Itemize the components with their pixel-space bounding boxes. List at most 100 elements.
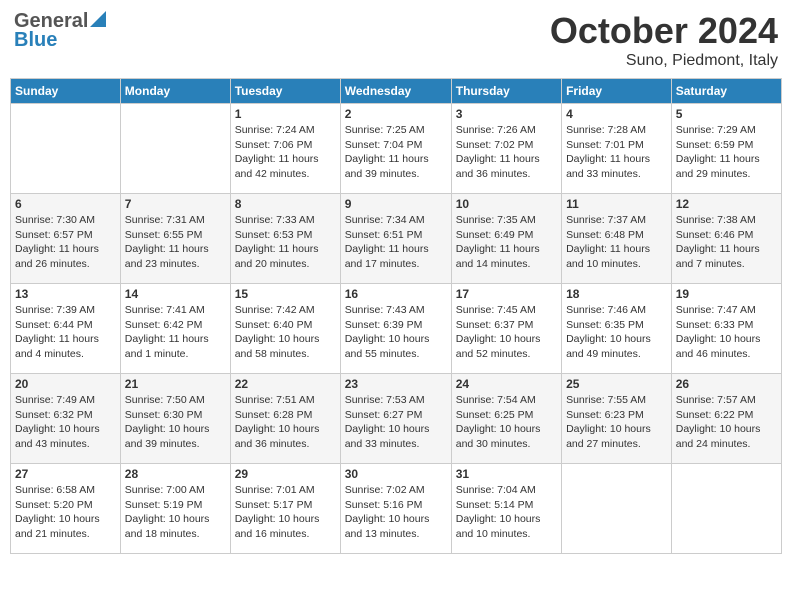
calendar-cell: 10 Sunrise: 7:35 AMSunset: 6:49 PMDayligh… — [451, 194, 561, 284]
day-number: 15 — [235, 287, 336, 301]
day-number: 22 — [235, 377, 336, 391]
calendar-cell: 27 Sunrise: 6:58 AMSunset: 5:20 PMDayligh… — [11, 464, 121, 554]
calendar-week-row: 13 Sunrise: 7:39 AMSunset: 6:44 PMDayligh… — [11, 284, 782, 374]
day-info: Sunrise: 7:30 AMSunset: 6:57 PMDaylight:… — [15, 213, 116, 272]
calendar-cell: 2 Sunrise: 7:25 AMSunset: 7:04 PMDaylight… — [340, 104, 451, 194]
calendar-week-row: 6Sunrise: 7:30 AMSunset: 6:57 PMDaylight… — [11, 194, 782, 284]
day-info: Sunrise: 7:35 AMSunset: 6:49 PMDaylight:… — [456, 213, 557, 272]
day-info: Sunrise: 7:00 AMSunset: 5:19 PMDaylight:… — [125, 483, 226, 542]
day-info: Sunrise: 7:55 AMSunset: 6:23 PMDaylight:… — [566, 393, 667, 452]
calendar-cell: 6Sunrise: 7:30 AMSunset: 6:57 PMDaylight… — [11, 194, 121, 284]
calendar-cell: 17 Sunrise: 7:45 AMSunset: 6:37 PMDayligh… — [451, 284, 561, 374]
weekday-header-thursday: Thursday — [451, 79, 561, 104]
day-number: 12 — [676, 197, 777, 211]
weekday-header-tuesday: Tuesday — [230, 79, 340, 104]
calendar-cell: 24 Sunrise: 7:54 AMSunset: 6:25 PMDayligh… — [451, 374, 561, 464]
calendar-cell: 31 Sunrise: 7:04 AMSunset: 5:14 PMDayligh… — [451, 464, 561, 554]
day-number: 9 — [345, 197, 447, 211]
day-info: Sunrise: 7:53 AMSunset: 6:27 PMDaylight:… — [345, 393, 447, 452]
calendar-title: October 2024 — [550, 10, 778, 52]
calendar-cell: 9 Sunrise: 7:34 AMSunset: 6:51 PMDaylight… — [340, 194, 451, 284]
day-info: Sunrise: 7:51 AMSunset: 6:28 PMDaylight:… — [235, 393, 336, 452]
day-info: Sunrise: 7:31 AMSunset: 6:55 PMDaylight:… — [125, 213, 226, 272]
calendar-cell — [671, 464, 781, 554]
calendar-cell: 12Sunrise: 7:38 AMSunset: 6:46 PMDayligh… — [671, 194, 781, 284]
calendar-cell: 19 Sunrise: 7:47 AMSunset: 6:33 PMDayligh… — [671, 284, 781, 374]
calendar-cell: 20 Sunrise: 7:49 AMSunset: 6:32 PMDayligh… — [11, 374, 121, 464]
day-number: 31 — [456, 467, 557, 481]
day-number: 24 — [456, 377, 557, 391]
day-number: 17 — [456, 287, 557, 301]
day-info: Sunrise: 7:45 AMSunset: 6:37 PMDaylight:… — [456, 303, 557, 362]
calendar-cell: 15Sunrise: 7:42 AMSunset: 6:40 PMDayligh… — [230, 284, 340, 374]
day-info: Sunrise: 7:34 AMSunset: 6:51 PMDaylight:… — [345, 213, 447, 272]
calendar-cell: 5Sunrise: 7:29 AMSunset: 6:59 PMDaylight… — [671, 104, 781, 194]
logo-arrow-icon — [90, 11, 106, 32]
calendar-week-row: 1 Sunrise: 7:24 AMSunset: 7:06 PMDaylight… — [11, 104, 782, 194]
day-info: Sunrise: 7:49 AMSunset: 6:32 PMDaylight:… — [15, 393, 116, 452]
day-number: 27 — [15, 467, 116, 481]
day-info: Sunrise: 7:26 AMSunset: 7:02 PMDaylight:… — [456, 123, 557, 182]
calendar-cell: 30 Sunrise: 7:02 AMSunset: 5:16 PMDayligh… — [340, 464, 451, 554]
calendar-cell: 21 Sunrise: 7:50 AMSunset: 6:30 PMDayligh… — [120, 374, 230, 464]
calendar-cell: 3Sunrise: 7:26 AMSunset: 7:02 PMDaylight… — [451, 104, 561, 194]
day-info: Sunrise: 7:43 AMSunset: 6:39 PMDaylight:… — [345, 303, 447, 362]
logo: General Blue — [14, 10, 107, 52]
day-number: 18 — [566, 287, 667, 301]
day-number: 10 — [456, 197, 557, 211]
day-number: 28 — [125, 467, 226, 481]
day-number: 29 — [235, 467, 336, 481]
day-number: 1 — [235, 107, 336, 121]
day-info: Sunrise: 7:47 AMSunset: 6:33 PMDaylight:… — [676, 303, 777, 362]
day-info: Sunrise: 7:04 AMSunset: 5:14 PMDaylight:… — [456, 483, 557, 542]
day-number: 14 — [125, 287, 226, 301]
calendar-cell: 7 Sunrise: 7:31 AMSunset: 6:55 PMDaylight… — [120, 194, 230, 284]
calendar-cell: 1 Sunrise: 7:24 AMSunset: 7:06 PMDaylight… — [230, 104, 340, 194]
day-number: 13 — [15, 287, 116, 301]
day-number: 21 — [125, 377, 226, 391]
calendar-cell: 29 Sunrise: 7:01 AMSunset: 5:17 PMDayligh… — [230, 464, 340, 554]
calendar-cell — [562, 464, 672, 554]
day-number: 7 — [125, 197, 226, 211]
weekday-header-saturday: Saturday — [671, 79, 781, 104]
calendar-cell: 16 Sunrise: 7:43 AMSunset: 6:39 PMDayligh… — [340, 284, 451, 374]
calendar-cell: 22 Sunrise: 7:51 AMSunset: 6:28 PMDayligh… — [230, 374, 340, 464]
calendar-cell: 26Sunrise: 7:57 AMSunset: 6:22 PMDayligh… — [671, 374, 781, 464]
calendar-cell: 23Sunrise: 7:53 AMSunset: 6:27 PMDayligh… — [340, 374, 451, 464]
weekday-header-wednesday: Wednesday — [340, 79, 451, 104]
calendar-cell: 4Sunrise: 7:28 AMSunset: 7:01 PMDaylight… — [562, 104, 672, 194]
day-number: 20 — [15, 377, 116, 391]
weekday-header-friday: Friday — [562, 79, 672, 104]
day-info: Sunrise: 7:57 AMSunset: 6:22 PMDaylight:… — [676, 393, 777, 452]
day-info: Sunrise: 7:29 AMSunset: 6:59 PMDaylight:… — [676, 123, 777, 182]
day-info: Sunrise: 7:01 AMSunset: 5:17 PMDaylight:… — [235, 483, 336, 542]
calendar-cell: 13 Sunrise: 7:39 AMSunset: 6:44 PMDayligh… — [11, 284, 121, 374]
day-info: Sunrise: 7:02 AMSunset: 5:16 PMDaylight:… — [345, 483, 447, 542]
day-number: 25 — [566, 377, 667, 391]
calendar-table: SundayMondayTuesdayWednesdayThursdayFrid… — [10, 78, 782, 554]
day-info: Sunrise: 7:33 AMSunset: 6:53 PMDaylight:… — [235, 213, 336, 272]
day-info: Sunrise: 7:24 AMSunset: 7:06 PMDaylight:… — [235, 123, 336, 182]
day-number: 30 — [345, 467, 447, 481]
calendar-cell: 8Sunrise: 7:33 AMSunset: 6:53 PMDaylight… — [230, 194, 340, 284]
calendar-cell — [120, 104, 230, 194]
day-info: Sunrise: 7:39 AMSunset: 6:44 PMDaylight:… — [15, 303, 116, 362]
title-block: October 2024 Suno, Piedmont, Italy — [550, 10, 778, 70]
day-info: Sunrise: 6:58 AMSunset: 5:20 PMDaylight:… — [15, 483, 116, 542]
calendar-week-row: 27 Sunrise: 6:58 AMSunset: 5:20 PMDayligh… — [11, 464, 782, 554]
weekday-header-monday: Monday — [120, 79, 230, 104]
day-info: Sunrise: 7:50 AMSunset: 6:30 PMDaylight:… — [125, 393, 226, 452]
day-info: Sunrise: 7:28 AMSunset: 7:01 PMDaylight:… — [566, 123, 667, 182]
day-number: 11 — [566, 197, 667, 211]
calendar-cell: 11Sunrise: 7:37 AMSunset: 6:48 PMDayligh… — [562, 194, 672, 284]
day-info: Sunrise: 7:54 AMSunset: 6:25 PMDaylight:… — [456, 393, 557, 452]
page-header: General Blue October 2024 Suno, Piedmont… — [10, 10, 782, 70]
day-info: Sunrise: 7:46 AMSunset: 6:35 PMDaylight:… — [566, 303, 667, 362]
day-number: 19 — [676, 287, 777, 301]
day-number: 2 — [345, 107, 447, 121]
day-number: 16 — [345, 287, 447, 301]
logo-blue-text: Blue — [14, 29, 57, 52]
weekday-header-sunday: Sunday — [11, 79, 121, 104]
calendar-week-row: 20 Sunrise: 7:49 AMSunset: 6:32 PMDayligh… — [11, 374, 782, 464]
day-info: Sunrise: 7:25 AMSunset: 7:04 PMDaylight:… — [345, 123, 447, 182]
